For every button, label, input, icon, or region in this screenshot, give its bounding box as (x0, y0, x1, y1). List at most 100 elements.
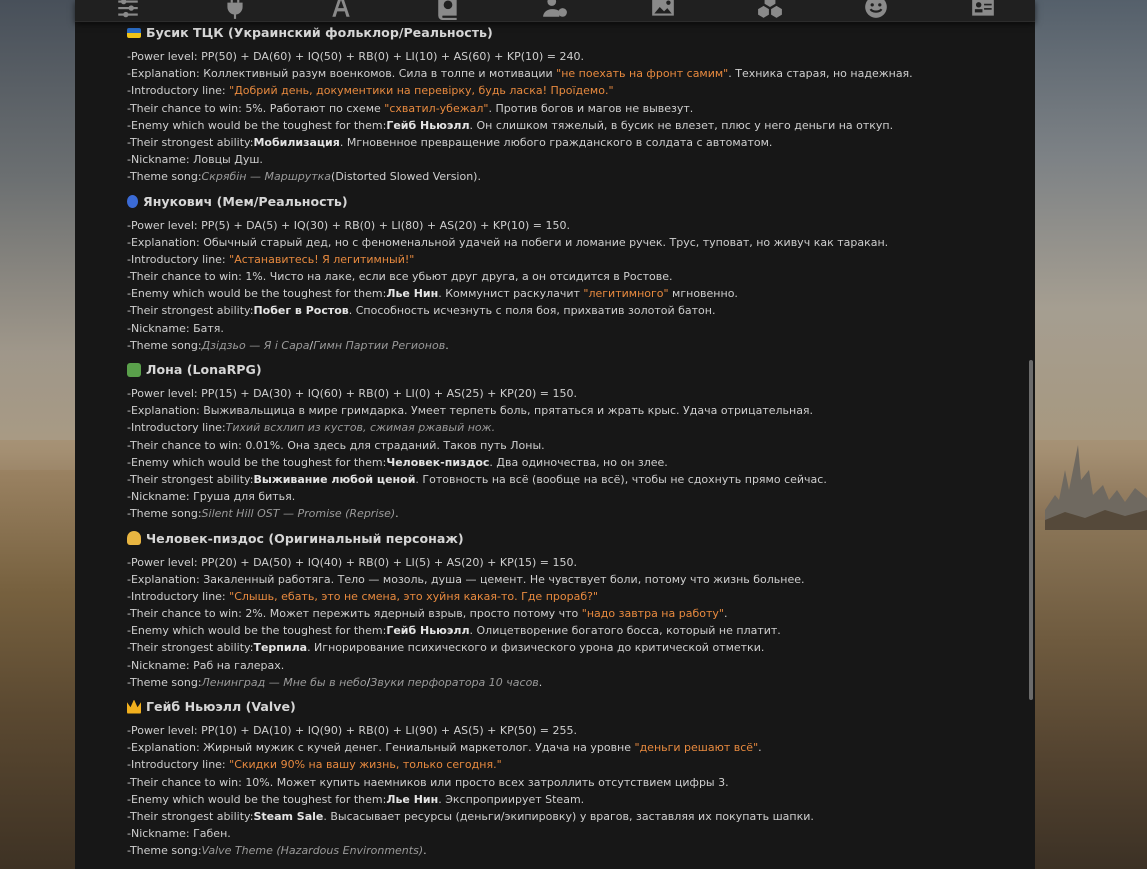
background-sky-left (0, 0, 75, 440)
label: -Their strongest ability: (127, 304, 254, 318)
enemy-name: Лье Нин (386, 287, 439, 301)
label: -Enemy which would be the toughest for t… (127, 118, 387, 132)
chance-line: -Their chance to win: 5%. Работают по сх… (127, 100, 1027, 117)
user-gear-icon[interactable] (542, 0, 568, 20)
label: -Their strongest ability: (127, 809, 254, 823)
value: PP(50) + DA(60) + IQ(50) + RB(0) + LI(10… (201, 50, 585, 63)
value: . Два одиночества, но он злее. (489, 455, 668, 469)
ability-name: Побег в Ростов (253, 304, 349, 318)
enemy-name: Гейб Ньюэлл (386, 118, 470, 132)
value: . Техника старая, но надежная. (728, 67, 913, 81)
song-title: Valve Theme (Hazardous Environments) (201, 844, 424, 858)
book-globe-icon[interactable] (435, 0, 461, 20)
enemy-line: -Enemy which would be the toughest for t… (127, 622, 1027, 639)
image-icon[interactable] (650, 0, 676, 20)
farmer-icon (127, 362, 141, 377)
label: -Their chance to win: (127, 607, 246, 621)
quote: "деньги решают всё" (634, 741, 759, 755)
runner-icon (127, 194, 138, 208)
value: . (395, 507, 399, 521)
smile-icon[interactable] (863, 0, 889, 20)
quote: "легитимного" (583, 287, 669, 301)
ability-line: -Their strongest ability:Побег в Ростов.… (127, 302, 1027, 319)
title-text: Янукович (Мем/Реальность) (143, 193, 348, 209)
value: Обычный старый дед, но с феноменальной у… (203, 235, 889, 249)
value: . Игнорирование психического и физическо… (307, 641, 765, 655)
character-section: Янукович (Мем/Реальность) -Power level: … (127, 192, 1027, 355)
sliders-icon[interactable] (115, 0, 141, 20)
value: Закаленный работяга. Тело — мозоль, душа… (203, 572, 805, 586)
title-text: Гейб Ньюэлл (Valve) (146, 699, 296, 714)
explanation-line: -Explanation: Жирный мужик с кучей денег… (127, 739, 1027, 756)
song-line: -Theme song:Silent Hill OST — Promise (R… (127, 505, 1027, 522)
value: мгновенно. (668, 287, 738, 301)
label: -Introductory line: (127, 589, 230, 603)
nickname-line: -Nickname: Раб на галерах. (127, 657, 1027, 674)
section-title: Лона (LonaRPG) (127, 360, 1027, 379)
song-title: Ленинград — Мне бы в небо (201, 675, 367, 689)
label: -Their chance to win: (127, 775, 246, 789)
value: . (758, 741, 762, 755)
cubes-icon[interactable] (757, 0, 783, 20)
quote: "надо завтра на работу" (581, 607, 724, 621)
value: Ловцы Душ. (193, 153, 263, 167)
label: -Explanation: (127, 572, 204, 586)
plug-icon[interactable] (222, 0, 248, 20)
message-content: Бусик ТЦК (Украинский фольклор/Реальност… (127, 22, 1027, 860)
enemy-name: Лье Нин (386, 792, 439, 806)
value: Раб на галерах. (193, 658, 285, 672)
label: -Explanation: (127, 67, 204, 81)
value: . Готовность на всё (вообще на всё), что… (415, 472, 827, 486)
character-section: Гейб Ньюэлл (Valve) -Power level: PP(10)… (127, 697, 1027, 860)
song-line: -Theme song:Valve Theme (Hazardous Envir… (127, 842, 1027, 859)
explanation-line: -Explanation: Обычный старый дед, но с ф… (127, 234, 1027, 251)
chat-scrollbar[interactable] (1029, 360, 1033, 700)
label: -Explanation: (127, 404, 204, 418)
ability-name: Мобилизация (253, 135, 340, 149)
quote: "не поехать на фронт самим" (556, 67, 729, 81)
label: -Nickname: (127, 827, 194, 841)
quote: "Астанавитесь! Я легитимный!" (229, 252, 415, 266)
intro-line: -Introductory line: "Скидки 90% на вашу … (127, 756, 1027, 773)
enemy-name: Гейб Ньюэлл (386, 624, 470, 638)
label: -Nickname: (127, 658, 194, 672)
song-title: Звуки перфоратора 10 часов (370, 675, 539, 689)
quote: "схватил-убежал" (384, 101, 489, 115)
section-title: Бусик ТЦК (Украинский фольклор/Реальност… (127, 23, 1027, 42)
section-title: Человек-пиздос (Оригинальный персонаж) (127, 529, 1027, 548)
value: PP(10) + DA(10) + IQ(90) + RB(0) + LI(90… (201, 724, 578, 737)
nickname-line: -Nickname: Габен. (127, 825, 1027, 842)
label: -Enemy which would be the toughest for t… (127, 792, 387, 806)
label: -Theme song: (127, 170, 202, 184)
label: -Theme song: (127, 507, 202, 521)
ability-line: -Their strongest ability:Выживание любой… (127, 471, 1027, 488)
background-sky-right (1035, 0, 1147, 440)
value: . (423, 844, 427, 858)
value: . Высасывает ресурсы (деньги/экипировку)… (323, 809, 814, 823)
value: Выживальщица в мире гримдарка. Умеет тер… (203, 404, 814, 418)
song-title: Silent Hill OST — Promise (Reprise) (201, 507, 396, 521)
label: -Introductory line: (127, 758, 230, 772)
value: . (538, 675, 543, 689)
label: -Their chance to win: (127, 270, 246, 284)
font-icon[interactable] (328, 0, 354, 20)
label: -Introductory line: (127, 252, 230, 266)
value: Коллективный разум военкомов. Сила в тол… (203, 67, 557, 81)
label: -Their chance to win: (127, 438, 246, 452)
crown-icon (127, 699, 141, 714)
value: . Способность исчезнуть с поля боя, прих… (348, 304, 716, 318)
quote: "Слышь, ебать, это не смена, это хуйня к… (229, 589, 599, 603)
intro-line: -Introductory line:Тихий всхлип из кусто… (127, 419, 1027, 436)
title-text: Лона (LonaRPG) (146, 362, 262, 377)
background-ground-right (1035, 520, 1147, 869)
explanation-line: -Explanation: Выживальщица в мире гримда… (127, 402, 1027, 419)
value: . (723, 607, 728, 621)
enemy-line: -Enemy which would be the toughest for t… (127, 285, 1027, 302)
id-card-icon[interactable] (970, 0, 996, 20)
value: Батя. (193, 321, 224, 335)
value: (Distorted Slowed Version). (331, 170, 481, 184)
label: -Theme song: (127, 338, 202, 352)
value: . Коммунист раскулачит (438, 287, 584, 301)
intro-line: -Introductory line: "Слышь, ебать, это н… (127, 588, 1027, 605)
enemy-line: -Enemy which would be the toughest for t… (127, 791, 1027, 808)
